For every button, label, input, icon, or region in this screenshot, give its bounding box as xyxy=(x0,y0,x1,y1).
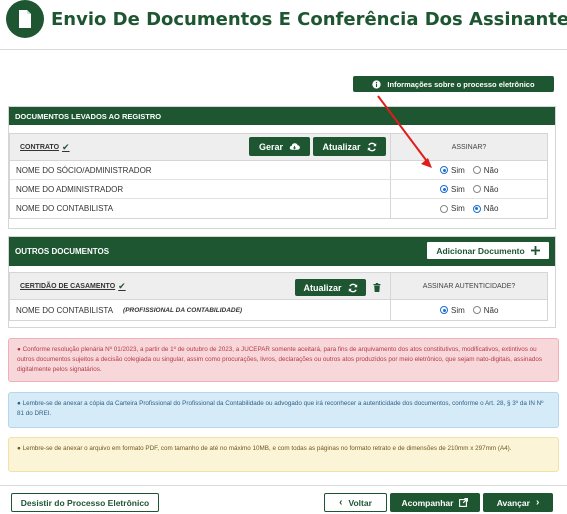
annotation-arrow-icon xyxy=(377,95,432,168)
